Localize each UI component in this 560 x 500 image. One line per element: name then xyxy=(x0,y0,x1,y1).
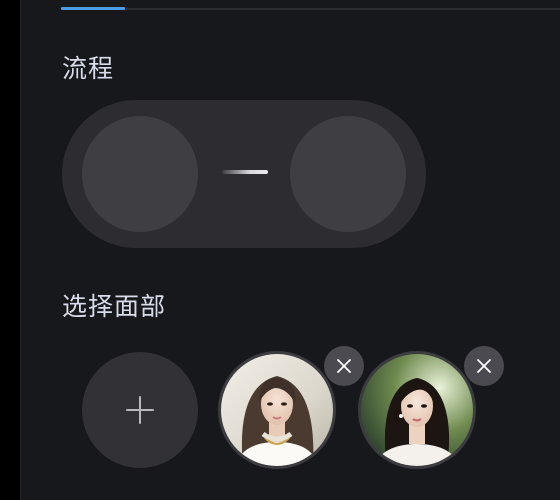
app-root: 流程 选择面部 xyxy=(0,0,560,500)
face-photo-1 xyxy=(221,354,333,466)
remove-face-2-button[interactable] xyxy=(464,346,504,386)
left-rail xyxy=(0,0,20,500)
select-face-section-title: 选择面部 xyxy=(62,292,167,321)
source-face-slot[interactable] xyxy=(82,116,198,232)
face-thumbnail-2[interactable] xyxy=(358,351,476,469)
target-face-slot[interactable] xyxy=(290,116,406,232)
remove-face-1-button[interactable] xyxy=(324,346,364,386)
flow-connector-icon xyxy=(222,170,268,174)
flow-section-title: 流程 xyxy=(62,54,115,83)
face-thumbnail-1[interactable] xyxy=(218,351,336,469)
portrait-photo-icon xyxy=(221,354,333,466)
tab-strip xyxy=(61,7,560,10)
portrait-photo-icon xyxy=(361,354,473,466)
face-photo-2 xyxy=(361,354,473,466)
add-face-button[interactable] xyxy=(82,352,198,468)
active-tab-indicator[interactable] xyxy=(61,7,125,10)
close-icon xyxy=(477,359,491,373)
flow-pill xyxy=(62,100,426,248)
close-icon xyxy=(337,359,351,373)
face-swap-panel: 流程 选择面部 xyxy=(21,0,560,500)
plus-icon xyxy=(126,396,154,424)
